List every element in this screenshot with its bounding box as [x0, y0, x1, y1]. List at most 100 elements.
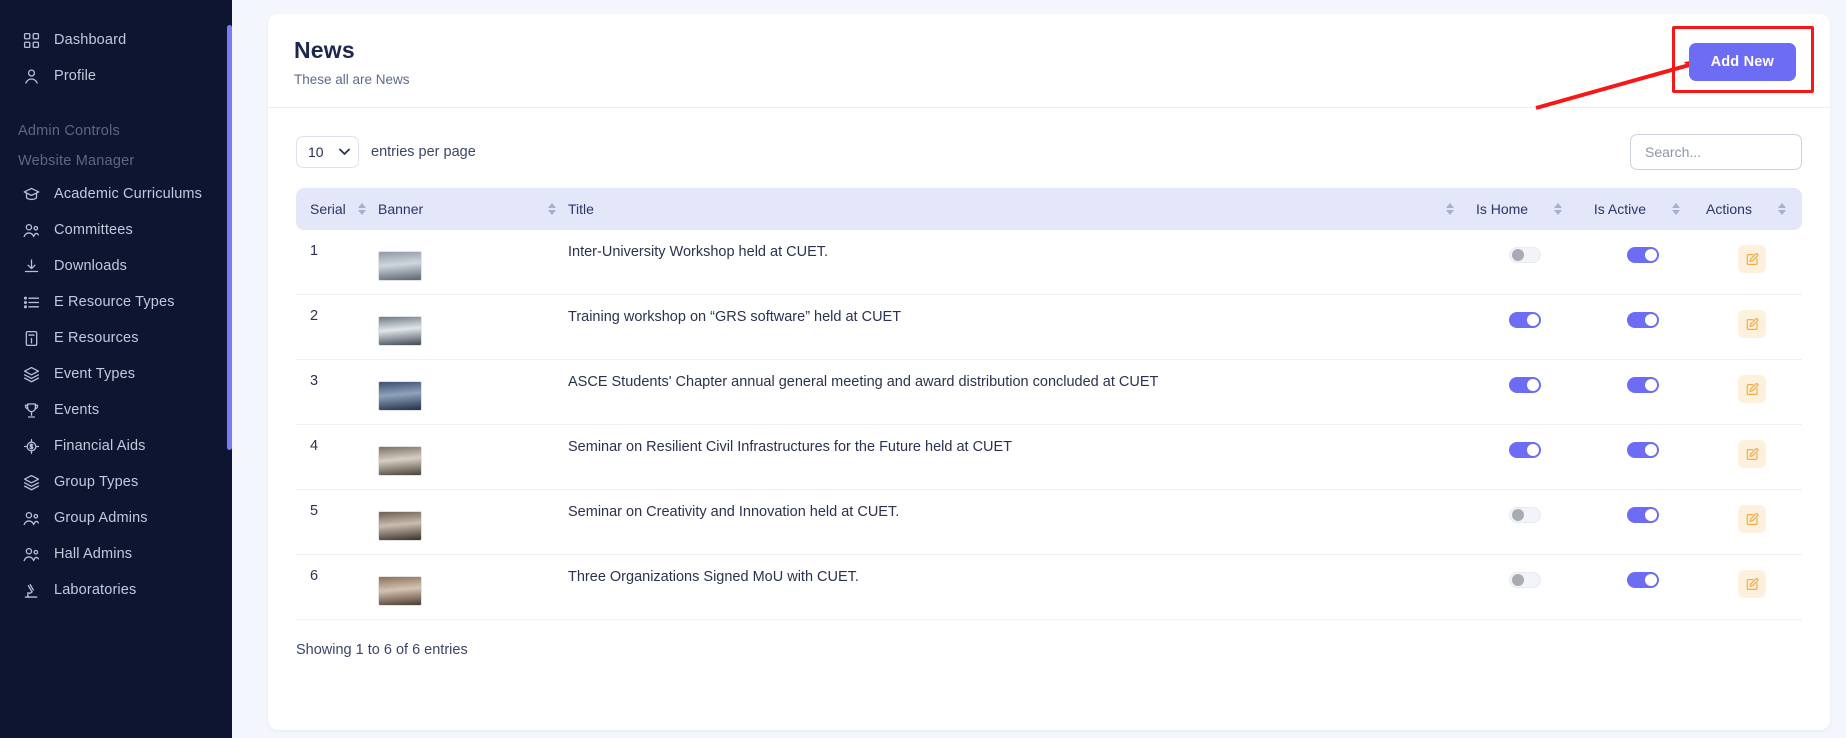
column-header-title[interactable]: Title [568, 188, 1466, 230]
cell-title: Seminar on Creativity and Innovation hel… [568, 490, 1466, 555]
cell-is-active [1584, 295, 1702, 360]
cell-is-active [1584, 360, 1702, 425]
sidebar-item-label: E Resource Types [54, 294, 175, 310]
sort-toggle-icon[interactable] [358, 203, 366, 215]
banner-thumbnail [378, 316, 422, 346]
toggle-knob [1527, 444, 1539, 456]
column-header-is-active[interactable]: Is Active [1584, 188, 1702, 230]
is-home-toggle[interactable] [1509, 442, 1541, 458]
sidebar-item-financial-aids[interactable]: Financial Aids [0, 428, 232, 464]
toggle-knob [1645, 314, 1657, 326]
toggle-knob [1645, 509, 1657, 521]
is-home-toggle[interactable] [1509, 377, 1541, 393]
sort-toggle-icon[interactable] [1554, 203, 1562, 215]
app-root: DashboardProfileAdmin ControlsWebsite Ma… [0, 0, 1846, 738]
column-header-serial[interactable]: Serial [296, 188, 378, 230]
sort-toggle-icon[interactable] [548, 203, 556, 215]
sidebar-scrollbar[interactable] [227, 0, 232, 738]
edit-button[interactable] [1738, 245, 1766, 273]
is-active-toggle[interactable] [1627, 312, 1659, 328]
is-active-toggle[interactable] [1627, 377, 1659, 393]
sidebar-item-group-types[interactable]: Group Types [0, 464, 232, 500]
sidebar-item-label: Events [54, 402, 99, 418]
search-input[interactable] [1630, 134, 1802, 170]
sidebar-item-group-admins[interactable]: Group Admins [0, 500, 232, 536]
cell-banner [378, 555, 568, 620]
banner-thumbnail [378, 381, 422, 411]
sidebar-item-label: Downloads [54, 258, 127, 274]
main-content: News These all are News Add New 10255010… [232, 0, 1846, 738]
add-new-button[interactable]: Add New [1689, 43, 1796, 81]
sidebar-item-label: Committees [54, 222, 133, 238]
sidebar-item-e-resources[interactable]: E Resources [0, 320, 232, 356]
news-table-body: 1Inter-University Workshop held at CUET.… [296, 230, 1802, 620]
sort-toggle-icon[interactable] [1778, 203, 1786, 215]
table-row: 3 ASCE Students' Chapter annual general m… [296, 360, 1802, 425]
cell-is-active [1584, 490, 1702, 555]
column-header-label: Banner [378, 201, 423, 217]
sidebar-item-events[interactable]: Events [0, 392, 232, 428]
layers-icon [22, 473, 41, 492]
add-new-button-wrapper: Add New [1689, 43, 1796, 81]
news-table-head: SerialBanner TitleIs HomeIs ActiveActions [296, 188, 1802, 230]
sidebar-item-laboratories[interactable]: Laboratories [0, 572, 232, 608]
sidebar-item-label: Academic Curriculums [54, 186, 202, 202]
is-home-toggle[interactable] [1509, 572, 1541, 588]
is-active-toggle[interactable] [1627, 572, 1659, 588]
annotation-arrow-icon [1534, 56, 1714, 112]
is-home-toggle[interactable] [1509, 312, 1541, 328]
sidebar-item-committees[interactable]: Committees [0, 212, 232, 248]
entries-per-page-select[interactable]: 102550100 [296, 136, 359, 168]
edit-button[interactable] [1738, 310, 1766, 338]
sidebar: DashboardProfileAdmin ControlsWebsite Ma… [0, 0, 232, 738]
edit-button[interactable] [1738, 375, 1766, 403]
cell-banner [378, 295, 568, 360]
users-icon [22, 221, 41, 240]
column-header-is-home[interactable]: Is Home [1466, 188, 1584, 230]
cell-actions [1702, 555, 1802, 620]
cell-title: Seminar on Resilient Civil Infrastructur… [568, 425, 1466, 490]
sidebar-item-e-resource-types[interactable]: E Resource Types [0, 284, 232, 320]
sidebar-scrollbar-thumb[interactable] [227, 25, 232, 450]
table-row: 5Seminar on Creativity and Innovation he… [296, 490, 1802, 555]
sidebar-item-hall-admins[interactable]: Hall Admins [0, 536, 232, 572]
cell-actions [1702, 360, 1802, 425]
column-header-banner[interactable]: Banner [378, 188, 568, 230]
is-home-toggle[interactable] [1509, 507, 1541, 523]
sort-toggle-icon[interactable] [1446, 203, 1454, 215]
cell-is-home [1466, 555, 1584, 620]
entries-select-wrapper: 102550100 [296, 136, 359, 168]
toggle-knob [1645, 379, 1657, 391]
is-active-toggle[interactable] [1627, 442, 1659, 458]
toggle-knob [1527, 379, 1539, 391]
edit-button[interactable] [1738, 570, 1766, 598]
cell-serial: 3 [296, 360, 378, 425]
user-icon [22, 67, 41, 86]
cell-is-home [1466, 230, 1584, 295]
sidebar-item-profile[interactable]: Profile [0, 58, 232, 94]
microscope-icon [22, 581, 41, 600]
table-row: 1Inter-University Workshop held at CUET. [296, 230, 1802, 295]
edit-button[interactable] [1738, 440, 1766, 468]
is-home-toggle[interactable] [1509, 247, 1541, 263]
sidebar-item-downloads[interactable]: Downloads [0, 248, 232, 284]
is-active-toggle[interactable] [1627, 247, 1659, 263]
sidebar-item-event-types[interactable]: Event Types [0, 356, 232, 392]
edit-button[interactable] [1738, 505, 1766, 533]
sidebar-item-label: Group Types [54, 474, 138, 490]
sort-toggle-icon[interactable] [1672, 203, 1680, 215]
cell-title: Three Organizations Signed MoU with CUET… [568, 555, 1466, 620]
cell-is-home [1466, 360, 1584, 425]
news-card: News These all are News Add New 10255010… [268, 14, 1830, 730]
toggle-knob [1512, 509, 1524, 521]
cell-is-home [1466, 295, 1584, 360]
sidebar-item-academic-curriculums[interactable]: Academic Curriculums [0, 176, 232, 212]
is-active-toggle[interactable] [1627, 507, 1659, 523]
toggle-knob [1512, 574, 1524, 586]
sidebar-item-dashboard[interactable]: Dashboard [0, 22, 232, 58]
sidebar-nav-list: DashboardProfileAdmin ControlsWebsite Ma… [0, 22, 232, 608]
sidebar-item-label: E Resources [54, 330, 139, 346]
cell-title: ASCE Students' Chapter annual general me… [568, 360, 1466, 425]
column-header-actions[interactable]: Actions [1702, 188, 1802, 230]
toggle-knob [1512, 249, 1524, 261]
